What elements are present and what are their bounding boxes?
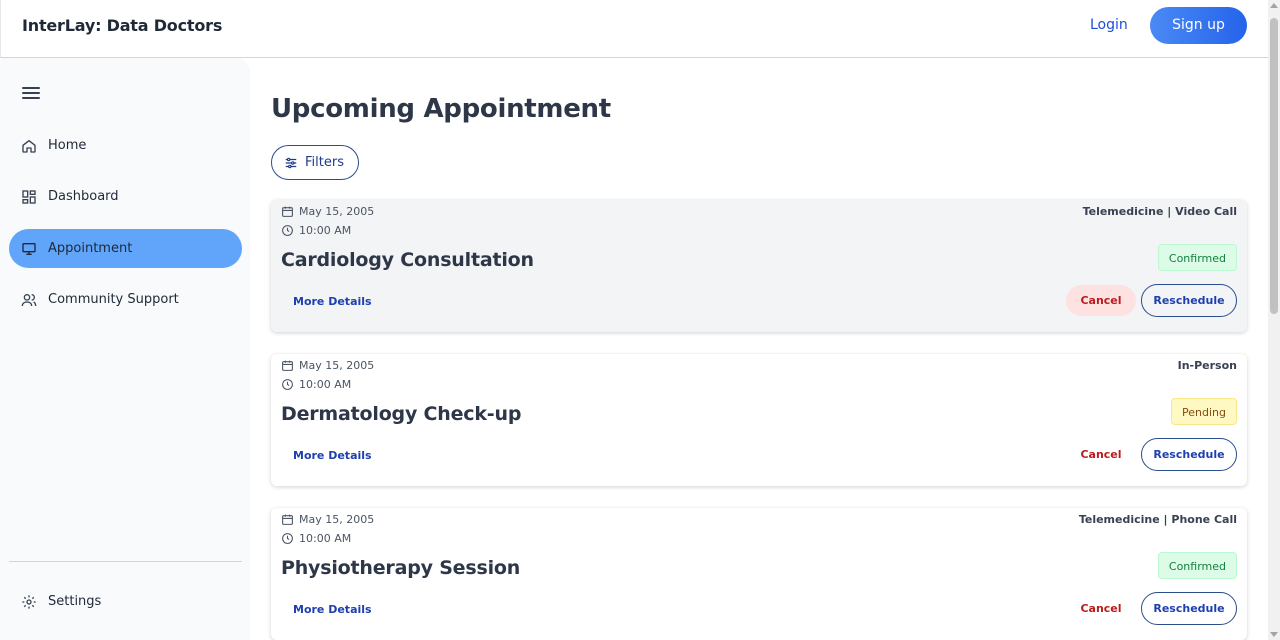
scroll-down-arrow-icon[interactable] xyxy=(1270,632,1278,637)
more-details-link[interactable]: More Details xyxy=(293,603,372,616)
appointment-title: Dermatology Check-up xyxy=(281,403,522,425)
appointment-card[interactable]: May 15, 2005 10:00 AM In-Person Dermatol… xyxy=(271,354,1247,486)
appointment-title: Physiotherapy Session xyxy=(281,557,521,579)
more-details-link[interactable]: More Details xyxy=(293,295,372,308)
sidebar-item-label: Dashboard xyxy=(48,189,119,204)
clock-icon xyxy=(282,379,293,390)
visit-type: Telemedicine | Video Call xyxy=(1082,205,1237,218)
sidebar-item-appointment[interactable]: Appointment xyxy=(9,229,242,268)
gear-icon xyxy=(22,594,36,609)
sidebar-item-label: Appointment xyxy=(48,241,133,256)
scroll-thumb[interactable] xyxy=(1270,18,1278,314)
status-badge: Pending xyxy=(1171,398,1237,425)
time-row: 10:00 AM xyxy=(281,378,351,391)
sidebar-item-label: Home xyxy=(48,138,87,153)
hamburger-icon[interactable] xyxy=(22,87,40,101)
main-content: Upcoming Appointment Filters May 15, 200… xyxy=(250,58,1268,640)
page-title: Upcoming Appointment xyxy=(271,94,611,124)
date-row: May 15, 2005 xyxy=(281,513,374,526)
dashboard-icon xyxy=(22,189,36,204)
visit-type: In-Person xyxy=(1177,359,1237,372)
visit-type: Telemedicine | Phone Call xyxy=(1078,513,1237,526)
sidebar-item-settings[interactable]: Settings xyxy=(9,582,242,621)
login-link[interactable]: Login xyxy=(1090,17,1128,33)
appointment-card[interactable]: May 15, 2005 10:00 AM Telemedicine | Vid… xyxy=(271,200,1247,332)
clock-icon xyxy=(282,225,293,236)
scroll-up-arrow-icon[interactable] xyxy=(1270,3,1278,8)
appointment-date: May 15, 2005 xyxy=(299,205,375,218)
calendar-icon xyxy=(282,360,293,371)
time-row: 10:00 AM xyxy=(281,532,351,545)
cancel-button[interactable]: Cancel xyxy=(1066,593,1136,624)
appointment-title: Cardiology Consultation xyxy=(281,249,534,271)
date-row: May 15, 2005 xyxy=(281,205,374,218)
appointment-time: 10:00 AM xyxy=(299,532,352,545)
sidebar-divider xyxy=(9,561,242,562)
users-icon xyxy=(21,293,37,306)
filters-label: Filters xyxy=(305,155,344,170)
appointment-time: 10:00 AM xyxy=(299,224,352,237)
appointment-card[interactable]: May 15, 2005 10:00 AM Telemedicine | Pho… xyxy=(271,508,1247,640)
clock-icon xyxy=(282,533,293,544)
appointment-date: May 15, 2005 xyxy=(299,513,375,526)
calendar-icon xyxy=(282,514,293,525)
status-badge: Confirmed xyxy=(1157,552,1237,579)
appointment-date: May 15, 2005 xyxy=(299,359,375,372)
sidebar-item-dashboard[interactable]: Dashboard xyxy=(9,177,242,216)
filters-button[interactable]: Filters xyxy=(271,145,359,180)
reschedule-button[interactable]: Reschedule xyxy=(1141,438,1237,471)
calendar-icon xyxy=(282,206,293,217)
signup-button[interactable]: Sign up xyxy=(1150,7,1247,44)
sidebar-item-community-support[interactable]: Community Support xyxy=(9,280,242,319)
time-row: 10:00 AM xyxy=(281,224,351,237)
home-icon xyxy=(22,139,36,153)
reschedule-button[interactable]: Reschedule xyxy=(1141,284,1237,317)
sliders-icon xyxy=(285,157,297,168)
more-details-link[interactable]: More Details xyxy=(293,449,372,462)
brand-title[interactable]: InterLay: Data Doctors xyxy=(22,16,222,35)
page-scrollbar[interactable] xyxy=(1268,0,1280,640)
cancel-button[interactable]: Cancel xyxy=(1066,439,1136,470)
date-row: May 15, 2005 xyxy=(281,359,374,372)
sidebar-item-home[interactable]: Home xyxy=(9,126,242,165)
top-bar: InterLay: Data Doctors Login Sign up xyxy=(0,0,1268,58)
sidebar-item-label: Settings xyxy=(48,594,102,609)
cancel-button[interactable]: Cancel xyxy=(1066,285,1136,316)
reschedule-button[interactable]: Reschedule xyxy=(1141,592,1237,625)
sidebar: Home Dashboard Appointment Community Sup… xyxy=(0,58,250,640)
sidebar-item-label: Community Support xyxy=(48,292,179,307)
appointment-time: 10:00 AM xyxy=(299,378,352,391)
status-badge: Confirmed xyxy=(1157,244,1237,271)
monitor-icon xyxy=(22,242,36,255)
